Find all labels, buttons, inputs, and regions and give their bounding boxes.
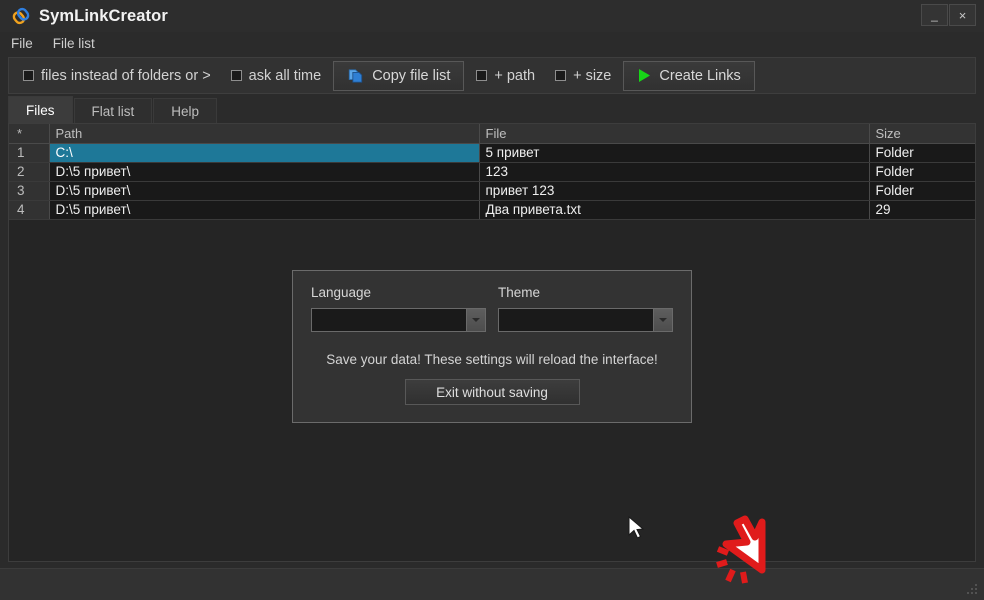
application-window: SymLinkCreator _ × File File list files …: [0, 0, 984, 600]
checkbox-ask-all-time[interactable]: ask all time: [223, 64, 330, 88]
cell-size[interactable]: 29: [869, 200, 975, 220]
chain-link-icon: [12, 7, 30, 25]
checkbox-label: files instead of folders or >: [41, 67, 211, 84]
mouse-cursor: [628, 516, 645, 539]
checkbox-box-icon[interactable]: [23, 70, 34, 81]
copy-file-list-button[interactable]: Copy file list: [333, 60, 465, 91]
theme-select[interactable]: [498, 308, 673, 332]
column-header-path[interactable]: Path: [49, 124, 480, 144]
checkbox-add-size[interactable]: + size: [547, 64, 619, 88]
cell-path[interactable]: D:\5 привет\: [49, 181, 480, 201]
table-header-row: * Path File Size: [9, 124, 975, 144]
app-title: SymLinkCreator: [39, 6, 168, 25]
settings-fields: Language Theme: [311, 285, 673, 332]
theme-label: Theme: [498, 285, 541, 300]
checkbox-label: + path: [494, 67, 536, 84]
settings-dialog: Language Theme Save your data! These set…: [292, 270, 692, 423]
table-row[interactable]: 3 D:\5 привет\ привет 123 Folder: [9, 181, 975, 201]
menu-item-file[interactable]: File: [8, 35, 36, 52]
checkbox-box-icon[interactable]: [230, 70, 242, 81]
file-table: * Path File Size 1 C:\ 5 привет Folder 2…: [9, 124, 975, 220]
checkbox-add-path[interactable]: + path: [468, 64, 543, 88]
table-row[interactable]: 2 D:\5 привет\ 123 Folder: [9, 162, 975, 182]
language-select[interactable]: [311, 308, 486, 332]
row-index: 3: [9, 181, 50, 201]
row-index: 1: [9, 143, 50, 163]
menu-bar: File File list: [0, 32, 984, 55]
tab-files[interactable]: Files: [8, 96, 73, 123]
column-header-file[interactable]: File: [479, 124, 870, 144]
settings-notice: Save your data! These settings will relo…: [326, 352, 658, 367]
cell-path[interactable]: D:\5 привет\: [49, 200, 480, 220]
tab-flat-list[interactable]: Flat list: [73, 98, 153, 123]
title-bar: SymLinkCreator _ ×: [0, 0, 984, 32]
minimize-button[interactable]: _: [921, 4, 948, 26]
checkbox-box-icon[interactable]: [555, 70, 567, 81]
create-links-label: Create Links: [659, 67, 741, 84]
cell-size[interactable]: Folder: [869, 181, 975, 201]
tab-strip: Files Flat list Help: [8, 96, 976, 123]
checkbox-label: + size: [573, 67, 612, 84]
theme-value: [499, 309, 653, 331]
column-header-index[interactable]: *: [9, 124, 50, 144]
language-label: Language: [311, 285, 372, 300]
language-value: [312, 309, 466, 331]
table-row[interactable]: 1 C:\ 5 привет Folder: [9, 143, 975, 163]
cell-path[interactable]: D:\5 привет\: [49, 162, 480, 182]
cell-path[interactable]: C:\: [49, 143, 480, 163]
files-panel: * Path File Size 1 C:\ 5 привет Folder 2…: [8, 123, 976, 562]
toolbar: files instead of folders or > ask all ti…: [8, 57, 976, 94]
cell-file[interactable]: Два привета.txt: [479, 200, 870, 220]
cell-size[interactable]: Folder: [869, 162, 975, 182]
checkbox-files-instead-of-folders[interactable]: files instead of folders or >: [15, 64, 219, 88]
cell-file[interactable]: 123: [479, 162, 870, 182]
copy-icon: [349, 68, 363, 83]
copy-file-list-label: Copy file list: [372, 67, 451, 84]
column-header-size[interactable]: Size: [869, 124, 975, 144]
create-links-button[interactable]: Create Links: [623, 60, 755, 91]
menu-item-file-list[interactable]: File list: [50, 35, 98, 52]
status-bar: [0, 568, 984, 600]
theme-field: Theme: [498, 285, 673, 332]
chevron-down-icon[interactable]: [466, 309, 485, 331]
checkbox-label: ask all time: [248, 67, 322, 84]
table-row[interactable]: 4 D:\5 привет\ Два привета.txt 29: [9, 200, 975, 220]
cell-file[interactable]: 5 привет: [479, 143, 870, 163]
window-controls: _ ×: [921, 4, 976, 26]
row-index: 2: [9, 162, 50, 182]
language-field: Language: [311, 285, 486, 332]
chevron-down-icon[interactable]: [653, 309, 672, 331]
play-icon: [639, 69, 651, 82]
cell-size[interactable]: Folder: [869, 143, 975, 163]
exit-without-saving-button[interactable]: Exit without saving: [404, 379, 580, 405]
close-button[interactable]: ×: [949, 4, 976, 26]
tab-help[interactable]: Help: [153, 98, 218, 123]
cell-file[interactable]: привет 123: [479, 181, 870, 201]
resize-grip-icon[interactable]: [965, 582, 979, 596]
row-index: 4: [9, 200, 50, 220]
checkbox-box-icon[interactable]: [476, 70, 488, 81]
